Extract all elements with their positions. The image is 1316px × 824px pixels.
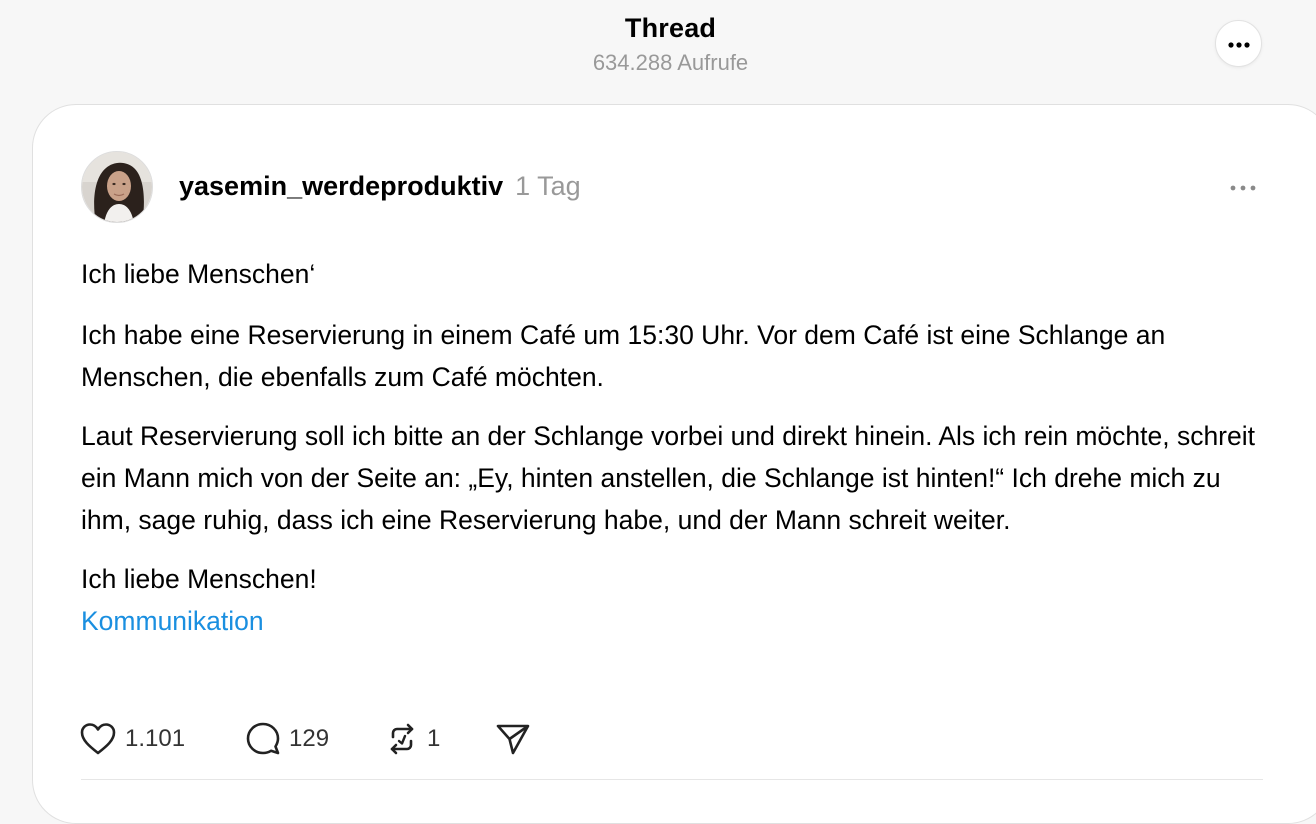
post-more-button[interactable] — [1227, 177, 1259, 197]
topic-tag-link[interactable]: Kommunikation — [81, 600, 1271, 642]
repost-icon — [385, 722, 419, 756]
post-paragraph: Ich liebe Menschen! — [81, 564, 317, 594]
thread-more-button[interactable] — [1215, 20, 1262, 67]
share-button[interactable] — [495, 722, 531, 756]
like-count: 1.101 — [125, 725, 186, 752]
action-bar: 1.101 129 1 — [79, 719, 531, 759]
thread-header: Thread 634.288 Aufrufe — [0, 0, 1316, 100]
like-button[interactable]: 1.101 — [79, 722, 245, 756]
post-header: yasemin_werdeproduktiv 1 Tag — [179, 171, 581, 203]
post-paragraph: Ich liebe Menschen‘ — [81, 259, 316, 289]
heart-icon — [79, 722, 117, 756]
comment-bubble-icon — [245, 721, 281, 757]
divider — [81, 779, 1263, 780]
page-title: Thread — [624, 13, 717, 43]
post-paragraph: Ich habe eine Reservierung in einem Café… — [81, 320, 1166, 392]
post-paragraph: Laut Reservierung soll ich bitte an der … — [81, 421, 1255, 535]
repost-button[interactable]: 1 — [385, 722, 495, 756]
view-count: 634.288 Aufrufe — [592, 50, 749, 75]
send-icon — [495, 722, 531, 756]
more-horizontal-icon — [1227, 35, 1250, 53]
post-timestamp: 1 Tag — [515, 171, 581, 201]
post-body: Ich liebe Menschen‘ Ich habe eine Reserv… — [81, 253, 1271, 642]
avatar[interactable] — [81, 151, 153, 223]
comment-button[interactable]: 129 — [245, 721, 385, 757]
author-username[interactable]: yasemin_werdeproduktiv — [179, 171, 503, 202]
more-horizontal-icon — [1230, 178, 1256, 196]
post-card: yasemin_werdeproduktiv 1 Tag Ich liebe M… — [32, 104, 1316, 824]
repost-count: 1 — [427, 725, 441, 752]
comment-count: 129 — [289, 725, 330, 752]
